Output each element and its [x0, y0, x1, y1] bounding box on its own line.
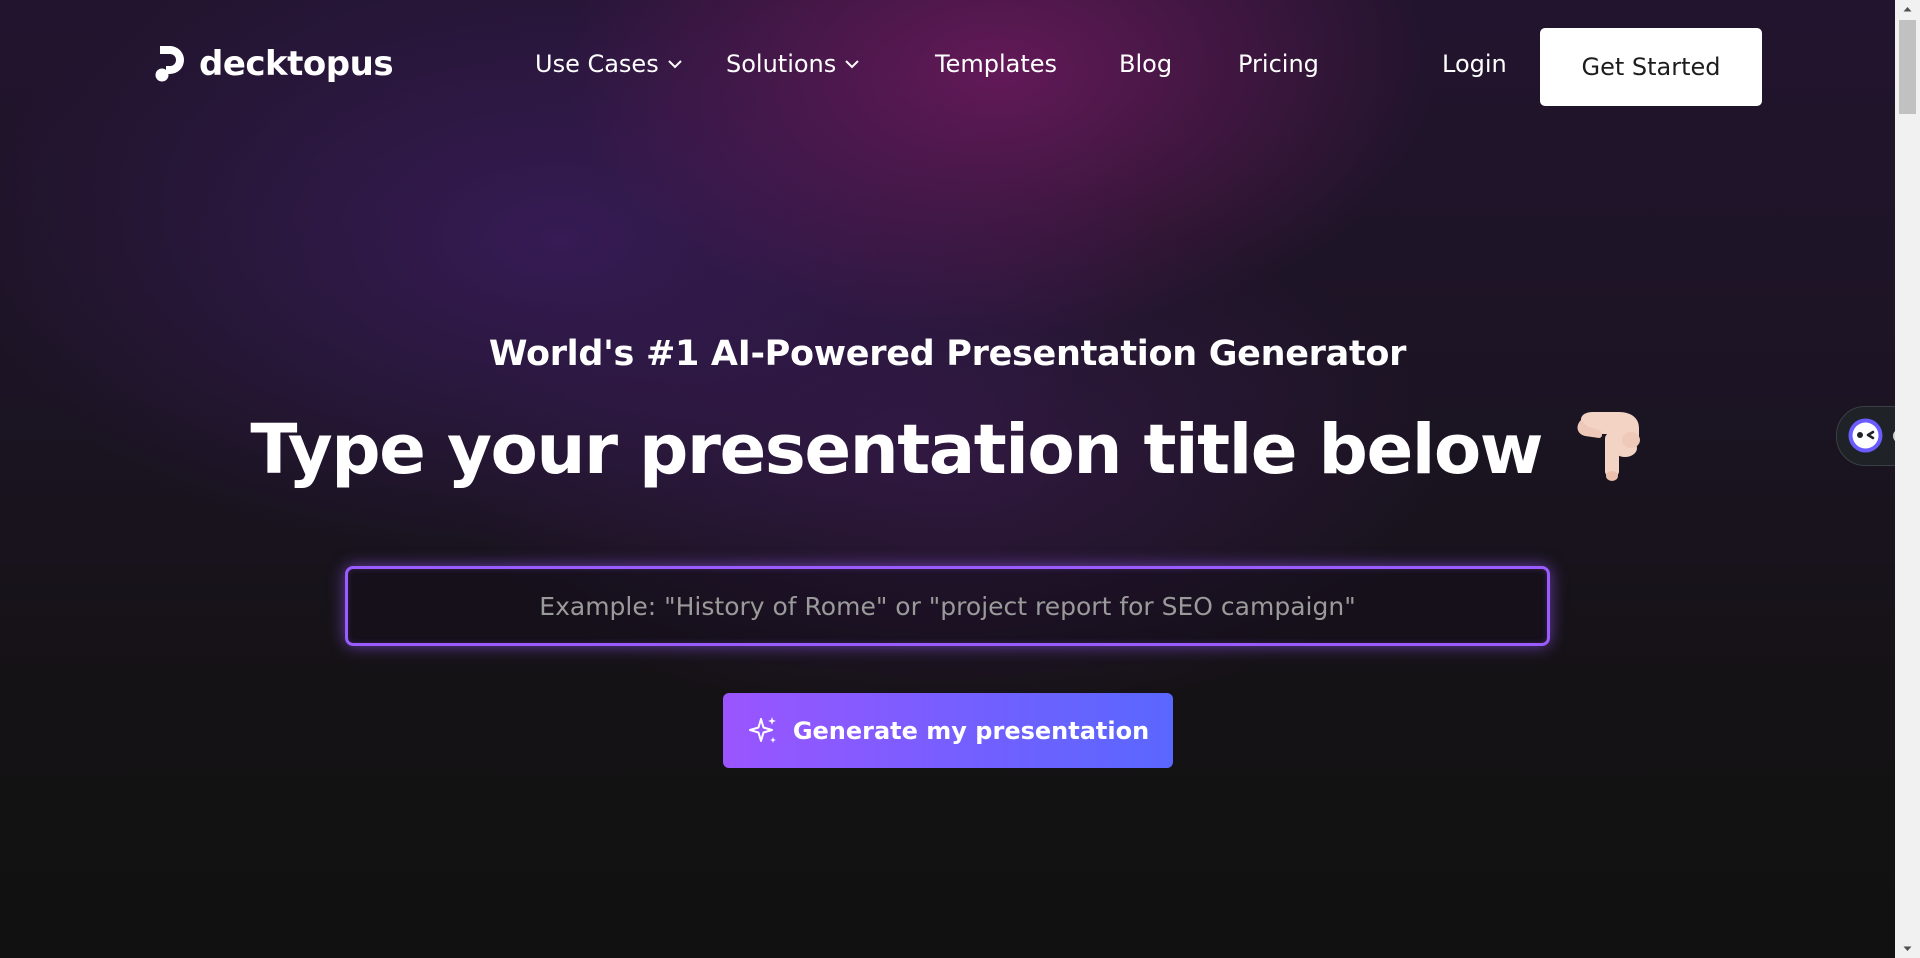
vertical-scrollbar[interactable]: [1895, 0, 1920, 958]
logo[interactable]: decktopus: [154, 44, 394, 84]
nav-use-cases-label: Use Cases: [535, 50, 659, 78]
logo-text: decktopus: [199, 44, 394, 84]
login-link[interactable]: Login: [1442, 50, 1507, 78]
hero-headline-text: Type your presentation title below: [250, 410, 1543, 490]
sparkle-icon: [748, 716, 776, 743]
scroll-up-arrow-icon[interactable]: [1895, 0, 1920, 18]
nav-pricing[interactable]: Pricing: [1238, 50, 1319, 78]
generate-presentation-label: Generate my presentation: [792, 716, 1150, 745]
nav-templates-label: Templates: [935, 50, 1058, 78]
nav-blog[interactable]: Blog: [1119, 50, 1172, 78]
get-started-button[interactable]: Get Started: [1540, 28, 1762, 106]
decktopus-logo-icon: [155, 46, 184, 82]
login-label: Login: [1442, 50, 1507, 78]
hero-headline: Type your presentation title below: [0, 410, 1895, 492]
chevron-down-icon: [667, 60, 682, 69]
title-input-wrapper: [345, 566, 1550, 646]
nav-pricing-label: Pricing: [1238, 50, 1319, 78]
scroll-down-arrow-icon[interactable]: [1895, 940, 1920, 958]
pointing-down-hand-icon: [1577, 411, 1640, 481]
nav-blog-label: Blog: [1119, 50, 1173, 78]
nav-solutions[interactable]: Solutions: [726, 50, 860, 78]
generate-presentation-button[interactable]: Generate my presentation: [723, 693, 1173, 768]
scrollbar-thumb[interactable]: [1899, 20, 1916, 114]
chat-bot-icon: [1848, 418, 1883, 453]
presentation-title-input[interactable]: [348, 569, 1547, 643]
nav-solutions-label: Solutions: [726, 50, 837, 78]
page: decktopus Use Cases Solutions Templates …: [0, 0, 1908, 958]
nav-use-cases[interactable]: Use Cases: [535, 50, 683, 78]
get-started-label: Get Started: [1581, 53, 1721, 81]
chevron-down-icon: [845, 60, 859, 69]
hero-subtitle: World's #1 AI-Powered Presentation Gener…: [488, 334, 1407, 374]
nav-templates[interactable]: Templates: [935, 50, 1057, 78]
